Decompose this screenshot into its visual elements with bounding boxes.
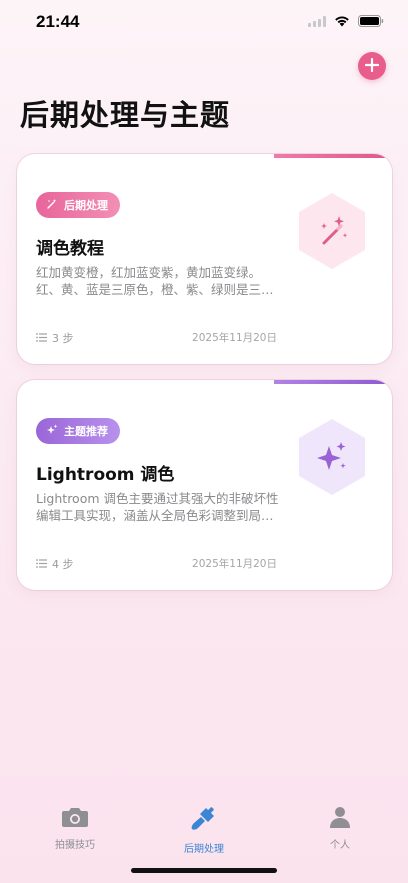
tab-label: 后期处理 xyxy=(184,844,224,855)
status-bar: 21:44 xyxy=(0,0,408,44)
category-badge: 后期处理 xyxy=(36,192,120,218)
card-date: 2025年11月20日 xyxy=(192,558,277,570)
step-count: 3 步 xyxy=(36,330,74,346)
badge-label: 主题推荐 xyxy=(64,425,108,438)
add-button[interactable] xyxy=(358,52,386,80)
tab-label: 个人 xyxy=(330,840,350,851)
list-icon xyxy=(36,332,47,345)
tutorial-card[interactable]: 后期处理 调色教程 红加黄变橙，红加蓝变紫，黄加蓝变绿。红、黄、蓝是三原色，橙、… xyxy=(17,154,392,364)
hexagon-badge xyxy=(297,417,367,497)
signal-icon xyxy=(308,12,326,31)
sparkles-icon xyxy=(314,439,350,479)
battery-icon xyxy=(358,12,384,31)
tab-post-processing[interactable]: 后期处理 xyxy=(149,805,259,855)
card-date: 2025年11月20日 xyxy=(192,332,277,344)
card-description: 红加黄变橙，红加蓝变紫，黄加蓝变绿。红、黄、蓝是三原色，橙、紫、绿则是三间色。 xyxy=(36,265,274,297)
plus-icon xyxy=(364,57,380,76)
status-icons xyxy=(308,14,384,28)
step-count: 4 步 xyxy=(36,556,74,572)
sparkles-icon xyxy=(46,424,58,439)
card-title: Lightroom 调色 xyxy=(36,465,175,485)
list-icon xyxy=(36,558,47,571)
card-accent-bar xyxy=(274,380,392,384)
home-indicator xyxy=(131,868,277,873)
status-time: 21:44 xyxy=(36,12,80,31)
hexagon-badge xyxy=(297,191,367,271)
magic-wand-icon xyxy=(46,198,58,213)
tab-profile[interactable]: 个人 xyxy=(285,805,395,851)
page-title: 后期处理与主题 xyxy=(20,98,231,132)
camera-icon xyxy=(61,805,89,832)
brush-icon xyxy=(191,805,217,836)
wifi-icon xyxy=(334,12,350,31)
category-badge: 主题推荐 xyxy=(36,418,120,444)
step-count-label: 4 步 xyxy=(52,558,74,571)
card-accent-bar xyxy=(274,154,392,158)
tab-shooting-tips[interactable]: 拍摄技巧 xyxy=(20,805,130,851)
step-count-label: 3 步 xyxy=(52,332,74,345)
tab-label: 拍摄技巧 xyxy=(55,840,95,851)
magic-wand-sparkles-icon xyxy=(314,213,350,253)
tutorial-card[interactable]: 主题推荐 Lightroom 调色 Lightroom 调色主要通过其强大的非破… xyxy=(17,380,392,590)
card-description: Lightroom 调色主要通过其强大的非破坏性编辑工具实现，涵盖从全局色彩调整… xyxy=(36,491,279,523)
card-title: 调色教程 xyxy=(36,239,104,259)
person-icon xyxy=(328,805,352,832)
badge-label: 后期处理 xyxy=(64,199,108,212)
